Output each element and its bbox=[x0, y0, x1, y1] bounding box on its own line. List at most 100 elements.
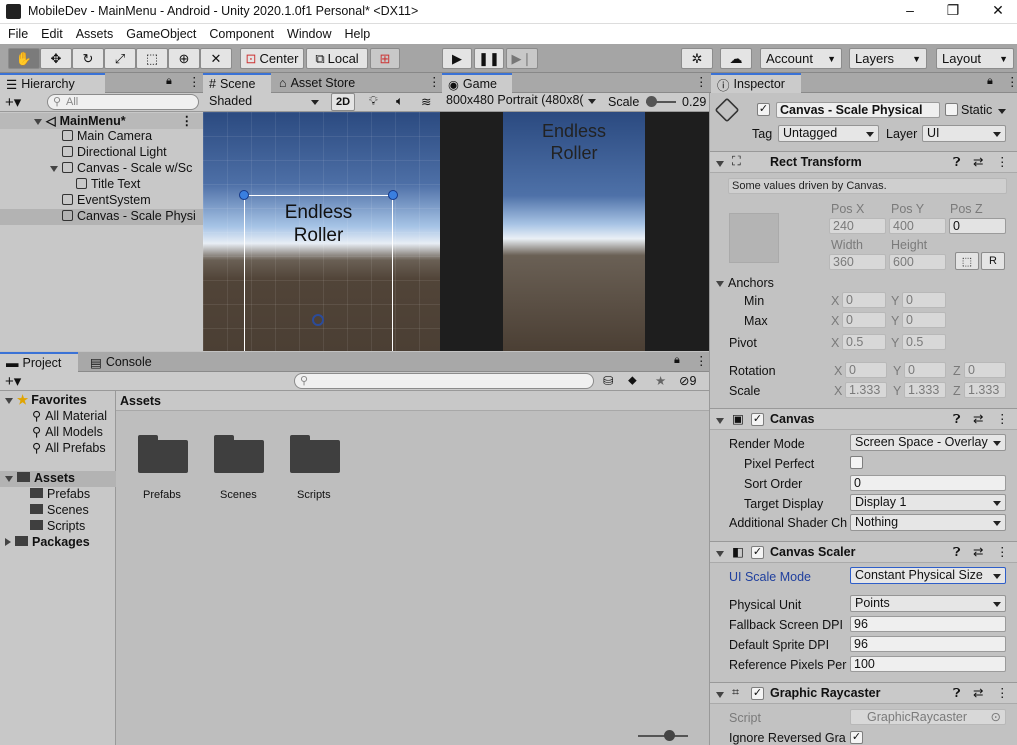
pause-button[interactable]: ❚❚ bbox=[474, 48, 504, 69]
folder-scripts[interactable] bbox=[290, 435, 340, 473]
layers-dropdown[interactable]: Layers ▼ bbox=[849, 48, 927, 69]
packages-row[interactable]: Packages bbox=[0, 535, 116, 551]
scale-y-field[interactable]: 1.333 bbox=[904, 382, 946, 398]
posy-field[interactable]: 400 bbox=[889, 218, 946, 234]
menu-kebab-icon[interactable]: ⋮ bbox=[188, 74, 201, 89]
audio-icon[interactable]: 🔈︎ bbox=[396, 94, 404, 109]
static-dropdown-arrow[interactable] bbox=[998, 109, 1006, 114]
menu-edit[interactable]: Edit bbox=[41, 27, 63, 41]
menu-kebab-icon[interactable]: ⋮ bbox=[428, 74, 441, 89]
folder-prefabs[interactable] bbox=[138, 435, 188, 473]
assets-row[interactable]: Assets bbox=[0, 471, 116, 487]
hidden-count-icon[interactable]: ⊘9 bbox=[679, 373, 696, 388]
light-icon[interactable]: 💡︎ bbox=[369, 94, 378, 109]
pivot-center-button[interactable]: ⊡ Center bbox=[240, 48, 304, 69]
menu-kebab-icon[interactable]: ⋮ bbox=[695, 353, 708, 368]
component-menu-icon[interactable]: ⋮ bbox=[996, 411, 1009, 426]
play-button[interactable]: ▶ bbox=[442, 48, 472, 69]
tag-dropdown[interactable]: Untagged bbox=[778, 125, 879, 142]
menu-file[interactable]: File bbox=[8, 27, 28, 41]
anchor-min-y-field[interactable]: 0 bbox=[902, 292, 946, 308]
menu-component[interactable]: Component bbox=[209, 27, 274, 41]
pixel-perfect-checkbox[interactable] bbox=[850, 456, 863, 469]
add-plus-icon[interactable]: +▾ bbox=[5, 93, 21, 111]
maximize-button[interactable]: ❐ bbox=[938, 2, 968, 19]
hierarchy-item[interactable]: EventSystem bbox=[0, 193, 203, 209]
presets-icon[interactable]: ⇄ bbox=[973, 411, 983, 426]
pivot-y-field[interactable]: 0.5 bbox=[902, 334, 946, 350]
tab-inspector[interactable]: ⓘ Inspector bbox=[711, 73, 801, 93]
script-field[interactable]: GraphicRaycaster ⊙ bbox=[850, 709, 1006, 725]
scale-slider[interactable] bbox=[646, 96, 676, 107]
canvas-enabled-checkbox[interactable]: ✓ bbox=[751, 413, 764, 426]
reference-pixels-field[interactable]: 100 bbox=[850, 656, 1006, 672]
lock-icon[interactable]: 🔒︎ bbox=[674, 354, 680, 367]
filter-label-icon[interactable]: ⬥ bbox=[628, 373, 637, 388]
menu-gameobject[interactable]: GameObject bbox=[126, 27, 196, 41]
tab-asset-store[interactable]: ⌂ Asset Store bbox=[273, 73, 361, 93]
favorite-item[interactable]: ⚲ All Prefabs bbox=[0, 440, 116, 456]
hierarchy-search-input[interactable]: All ⚲ bbox=[47, 94, 199, 110]
rotation-z-field[interactable]: 0 bbox=[964, 362, 1006, 378]
rotation-y-field[interactable]: 0 bbox=[904, 362, 946, 378]
anchor-max-x-field[interactable]: 0 bbox=[842, 312, 886, 328]
render-mode-dropdown[interactable]: Screen Space - Overlay bbox=[850, 434, 1006, 451]
resolution-dropdown[interactable]: 800x480 Portrait (480x8( bbox=[442, 93, 600, 110]
sprite-dpi-field[interactable]: 96 bbox=[850, 636, 1006, 652]
favorites-row[interactable]: ★ Favorites bbox=[0, 392, 116, 408]
scene-viewport[interactable]: Endless Roller bbox=[203, 112, 440, 351]
icon-size-slider[interactable] bbox=[638, 730, 688, 741]
hierarchy-item[interactable]: Directional Light bbox=[0, 145, 203, 161]
scaler-enabled-checkbox[interactable]: ✓ bbox=[751, 546, 764, 559]
canvas-scaler-header[interactable]: ◧ ✓ Canvas Scaler ❓︎ ⇄ ⋮ bbox=[710, 541, 1017, 563]
pivot-handle[interactable] bbox=[312, 314, 324, 326]
component-menu-icon[interactable]: ⋮ bbox=[996, 685, 1009, 700]
minimize-button[interactable]: – bbox=[895, 2, 925, 18]
filter-type-icon[interactable]: ⛁ bbox=[603, 373, 613, 388]
static-checkbox[interactable] bbox=[945, 103, 958, 116]
pivot-local-button[interactable]: ⧉ Local bbox=[306, 48, 368, 69]
snap-button[interactable]: ⊞ bbox=[370, 48, 400, 69]
2d-toggle-button[interactable]: 2D bbox=[331, 93, 355, 111]
posz-field[interactable]: 0 bbox=[949, 218, 1006, 234]
favorite-item[interactable]: ⚲ All Models bbox=[0, 424, 116, 440]
hierarchy-item[interactable]: Canvas - Scale w/Sc bbox=[0, 161, 203, 177]
help-icon[interactable]: ❓︎ bbox=[953, 412, 961, 427]
active-checkbox[interactable]: ✓ bbox=[757, 103, 770, 116]
anchor-min-x-field[interactable]: 0 bbox=[842, 292, 886, 308]
move-tool-button[interactable]: ✥ bbox=[40, 48, 72, 69]
transform-tool-button[interactable]: ⊕ bbox=[168, 48, 200, 69]
anchor-presets-button[interactable] bbox=[729, 213, 779, 263]
hand-tool-button[interactable]: ✋ bbox=[8, 48, 40, 69]
shader-channels-dropdown[interactable]: Nothing bbox=[850, 514, 1006, 531]
scene-row[interactable]: ◁ MainMenu* ⋮ bbox=[0, 113, 203, 129]
add-plus-icon[interactable]: +▾ bbox=[5, 372, 21, 390]
hierarchy-item[interactable]: Title Text bbox=[0, 177, 203, 193]
rect-handle[interactable] bbox=[388, 190, 398, 200]
lock-icon[interactable]: 🔒︎ bbox=[166, 75, 172, 88]
tab-scene[interactable]: # Scene bbox=[203, 73, 271, 93]
tab-hierarchy[interactable]: ☰ Hierarchy bbox=[0, 73, 105, 93]
help-icon[interactable]: ❓︎ bbox=[953, 155, 961, 170]
component-menu-icon[interactable]: ⋮ bbox=[996, 544, 1009, 559]
scale-x-field[interactable]: 1.333 bbox=[845, 382, 887, 398]
cloud-button[interactable]: ☁ bbox=[720, 48, 752, 69]
menu-help[interactable]: Help bbox=[344, 27, 370, 41]
tab-project[interactable]: ▬ Project bbox=[0, 352, 78, 372]
asset-folder-item[interactable]: Prefabs bbox=[0, 487, 116, 503]
layer-dropdown[interactable]: UI bbox=[922, 125, 1006, 142]
presets-icon[interactable]: ⇄ bbox=[973, 154, 983, 169]
step-button[interactable]: ▶❘ bbox=[506, 48, 538, 69]
fallback-dpi-field[interactable]: 96 bbox=[850, 616, 1006, 632]
close-button[interactable]: ✕ bbox=[983, 2, 1013, 19]
collab-button[interactable]: ✲ bbox=[681, 48, 713, 69]
effects-icon[interactable]: ≋ bbox=[421, 94, 431, 109]
scale-tool-button[interactable]: ⤢ bbox=[104, 48, 136, 69]
scale-z-field[interactable]: 1.333 bbox=[964, 382, 1006, 398]
folder-scenes[interactable] bbox=[214, 435, 264, 473]
lock-icon[interactable]: 🔒︎ bbox=[987, 75, 993, 88]
component-menu-icon[interactable]: ⋮ bbox=[996, 154, 1009, 169]
blueprint-mode-button[interactable]: ⬚ bbox=[955, 252, 979, 270]
ignore-reversed-checkbox[interactable]: ✓ bbox=[850, 731, 863, 744]
asset-folder-item[interactable]: Scripts bbox=[0, 519, 116, 535]
